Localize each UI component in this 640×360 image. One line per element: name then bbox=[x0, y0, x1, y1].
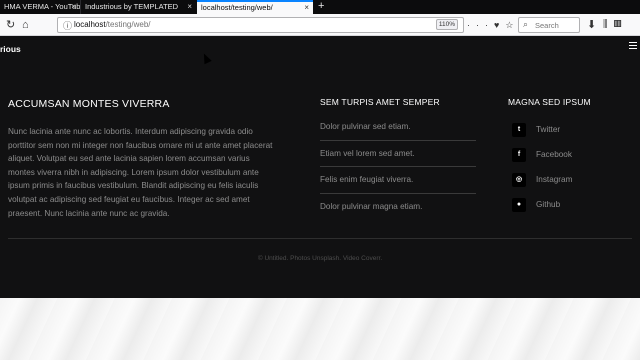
twitter-icon: t bbox=[512, 123, 526, 137]
search-placeholder: Search bbox=[535, 21, 559, 30]
social-link-github[interactable]: ● Github bbox=[512, 198, 632, 214]
tab-title: Industrious by TEMPLATED bbox=[85, 2, 179, 11]
downloads-icon[interactable]: ⬇ bbox=[587, 17, 596, 33]
page-actions[interactable]: ···♥☆ bbox=[467, 17, 519, 33]
zoom-level-button[interactable]: 110% bbox=[436, 19, 458, 30]
footer-link[interactable]: Dolor pulvinar sed etiam. bbox=[320, 114, 476, 141]
tab-youtube[interactable]: HMA VERMA - YouTube × bbox=[0, 0, 80, 14]
social-label: Instagram bbox=[536, 175, 573, 184]
new-tab-button[interactable]: + bbox=[318, 0, 324, 13]
social-label: Github bbox=[536, 200, 561, 209]
copyright-text: © Untitled. Photos Unsplash. Video Cover… bbox=[257, 255, 383, 262]
social-link-instagram[interactable]: ◎ Instagram bbox=[512, 173, 632, 189]
close-tab-icon[interactable]: × bbox=[71, 0, 76, 14]
search-input[interactable]: ⌕ Search bbox=[518, 17, 580, 33]
footer-divider bbox=[8, 238, 632, 239]
search-icon: ⌕ bbox=[523, 19, 529, 29]
reload-icon[interactable]: ↻ bbox=[6, 17, 15, 33]
footer-col1-text: Nunc lacinia ante nunc ac lobortis. Inte… bbox=[8, 127, 273, 218]
github-icon: ● bbox=[512, 198, 526, 212]
browser-tab-bar: HMA VERMA - YouTube × Industrious by TEM… bbox=[0, 0, 640, 14]
address-bar[interactable]: ⓘ localhost/testing/web/ bbox=[57, 17, 464, 33]
site-header: rious bbox=[0, 36, 640, 62]
social-link-twitter[interactable]: t Twitter bbox=[512, 123, 632, 139]
home-icon[interactable]: ⌂ bbox=[22, 17, 29, 33]
footer-col2-title: SEM TURPIS AMET SEMPER bbox=[320, 97, 440, 107]
social-link-facebook[interactable]: f Facebook bbox=[512, 148, 632, 164]
tab-industrious[interactable]: Industrious by TEMPLATED × bbox=[80, 0, 196, 14]
close-tab-icon[interactable]: × bbox=[187, 0, 192, 14]
close-tab-icon[interactable]: × bbox=[304, 2, 309, 13]
facebook-icon: f bbox=[512, 148, 526, 162]
menu-icon[interactable] bbox=[629, 42, 637, 50]
library-icon[interactable]: ⫼▥ bbox=[603, 17, 628, 33]
tab-title: localhost/testing/web/ bbox=[201, 3, 273, 12]
instagram-icon: ◎ bbox=[512, 173, 526, 187]
footer-col3-title: MAGNA SED IPSUM bbox=[508, 97, 591, 107]
tab-title: HMA VERMA - YouTube bbox=[4, 2, 80, 11]
page-viewport: rious ACCUMSAN MONTES VIVERRA Nunc lacin… bbox=[0, 36, 640, 360]
social-label: Twitter bbox=[536, 125, 561, 134]
page-info-icon[interactable]: ⓘ bbox=[63, 19, 72, 32]
url-text[interactable]: localhost/testing/web/ bbox=[74, 20, 151, 29]
browser-nav-bar: ↻ ⌂ ⓘ localhost/testing/web/ 110% ···♥☆ … bbox=[0, 14, 640, 36]
tab-localhost-active[interactable]: localhost/testing/web/ × bbox=[197, 0, 313, 14]
background-photo-section bbox=[0, 298, 640, 360]
footer-link[interactable]: Dolor pulvinar magna etiam. bbox=[320, 194, 476, 221]
footer-link-list: Dolor pulvinar sed etiam. Etiam vel lore… bbox=[320, 114, 476, 220]
footer-link[interactable]: Etiam vel lorem sed amet. bbox=[320, 141, 476, 167]
footer-col1-title: ACCUMSAN MONTES VIVERRA bbox=[8, 98, 170, 110]
site-footer: ACCUMSAN MONTES VIVERRA Nunc lacinia ant… bbox=[0, 62, 640, 298]
footer-link[interactable]: Felis enim feugiat viverra. bbox=[320, 167, 476, 194]
site-logo[interactable]: rious bbox=[0, 44, 21, 54]
social-label: Facebook bbox=[536, 150, 572, 159]
